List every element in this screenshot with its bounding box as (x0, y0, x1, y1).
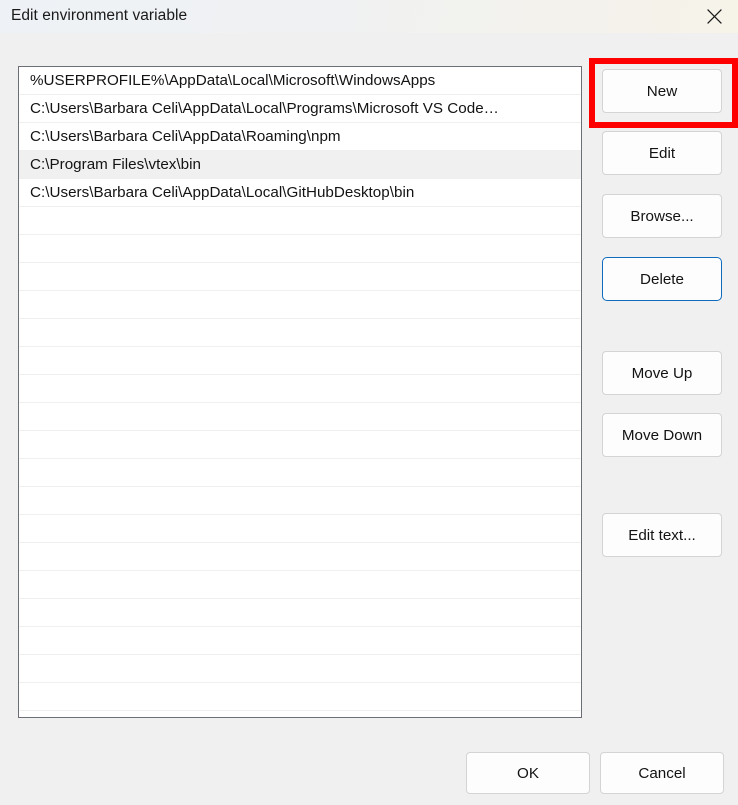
cancel-button[interactable]: Cancel (600, 752, 724, 794)
path-list-empty-row[interactable] (19, 683, 581, 711)
path-list-empty-row[interactable] (19, 459, 581, 487)
path-list-empty-row[interactable] (19, 375, 581, 403)
move-up-button[interactable]: Move Up (602, 351, 722, 395)
path-list-empty-row[interactable] (19, 487, 581, 515)
path-list-empty-row[interactable] (19, 235, 581, 263)
path-list-empty-row[interactable] (19, 627, 581, 655)
path-list-empty-row[interactable] (19, 599, 581, 627)
path-list[interactable]: %USERPROFILE%\AppData\Local\Microsoft\Wi… (18, 66, 582, 718)
path-list-empty-row[interactable] (19, 571, 581, 599)
path-list-item[interactable]: C:\Users\Barbara Celi\AppData\Local\Prog… (19, 95, 581, 123)
close-button[interactable] (690, 0, 738, 33)
browse-button[interactable]: Browse... (602, 194, 722, 238)
path-list-item[interactable]: C:\Users\Barbara Celi\AppData\Roaming\np… (19, 123, 581, 151)
path-list-empty-row[interactable] (19, 207, 581, 235)
path-list-empty-row[interactable] (19, 319, 581, 347)
path-list-empty-row[interactable] (19, 543, 581, 571)
path-list-empty-row[interactable] (19, 291, 581, 319)
path-list-empty-row[interactable] (19, 403, 581, 431)
path-list-item[interactable]: C:\Users\Barbara Celi\AppData\Local\GitH… (19, 179, 581, 207)
delete-button[interactable]: Delete (602, 257, 722, 301)
new-button[interactable]: New (602, 69, 722, 113)
path-list-item[interactable]: %USERPROFILE%\AppData\Local\Microsoft\Wi… (19, 67, 581, 95)
path-list-empty-row[interactable] (19, 655, 581, 683)
title-bar: Edit environment variable (0, 0, 738, 33)
path-list-empty-row[interactable] (19, 347, 581, 375)
window-title: Edit environment variable (11, 7, 188, 24)
edit-button[interactable]: Edit (602, 131, 722, 175)
path-list-empty-row[interactable] (19, 263, 581, 291)
move-down-button[interactable]: Move Down (602, 413, 722, 457)
close-icon (706, 8, 723, 25)
ok-button[interactable]: OK (466, 752, 590, 794)
path-list-empty-row[interactable] (19, 515, 581, 543)
path-list-empty-row[interactable] (19, 431, 581, 459)
edit-text-button[interactable]: Edit text... (602, 513, 722, 557)
path-list-item[interactable]: C:\Program Files\vtex\bin (19, 151, 581, 179)
